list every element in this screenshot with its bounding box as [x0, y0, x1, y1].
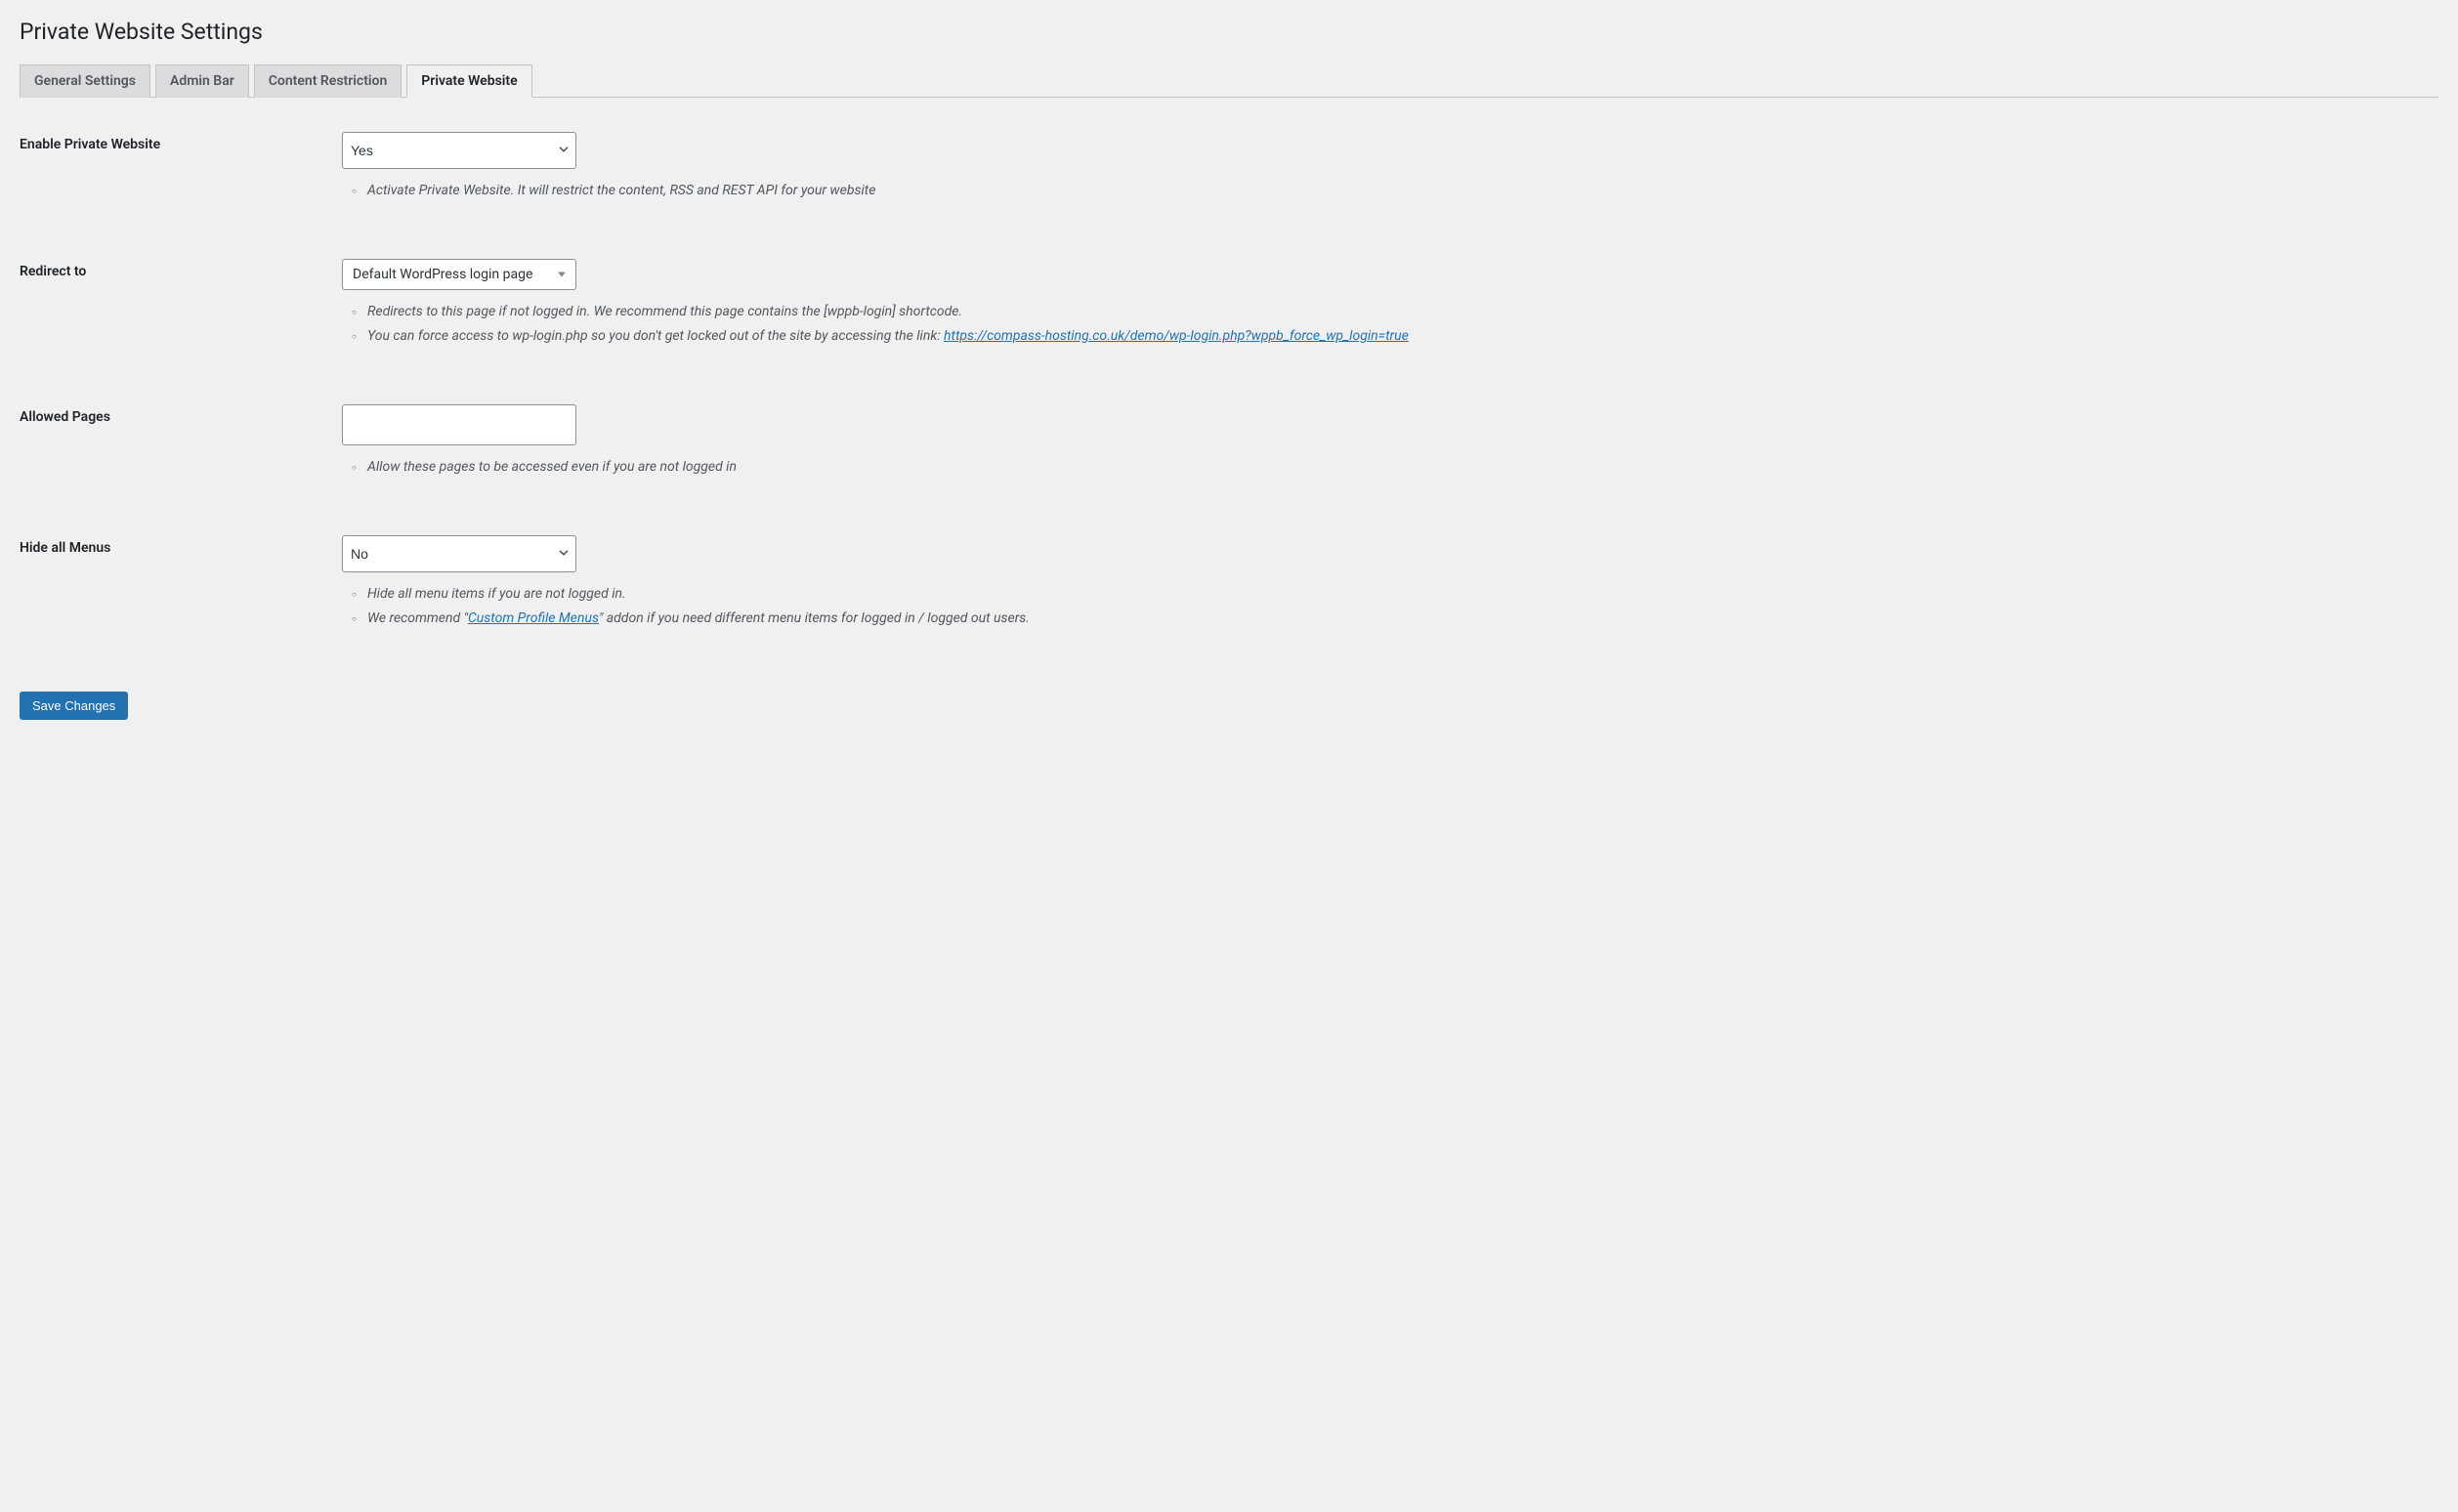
tab-general-settings[interactable]: General Settings: [20, 64, 150, 98]
force-login-link[interactable]: https://compass-hosting.co.uk/demo/wp-lo…: [944, 328, 1409, 344]
page-title: Private Website Settings: [20, 10, 2438, 64]
hide-all-menus-select[interactable]: No: [342, 535, 576, 572]
allowed-pages-input[interactable]: [342, 404, 576, 445]
enable-private-website-select[interactable]: Yes: [342, 132, 576, 169]
tab-content-restriction[interactable]: Content Restriction: [254, 64, 403, 98]
allowed-pages-label: Allowed Pages: [20, 390, 342, 521]
tab-admin-bar[interactable]: Admin Bar: [155, 64, 249, 98]
redirect-to-description-2: You can force access to wp-login.php so …: [352, 326, 2429, 347]
redirect-to-label: Redirect to: [20, 244, 342, 390]
hide-all-menus-label: Hide all Menus: [20, 521, 342, 672]
enable-private-website-description: Activate Private Website. It will restri…: [352, 181, 2429, 201]
hide-all-menus-description-1: Hide all menu items if you are not logge…: [352, 584, 2429, 605]
redirect-to-description-1: Redirects to this page if not logged in.…: [352, 302, 2429, 322]
redirect-to-select[interactable]: Default WordPress login page: [342, 259, 576, 290]
settings-form: Enable Private Website Yes Activate Priv…: [20, 117, 2438, 672]
allowed-pages-description: Allow these pages to be accessed even if…: [352, 457, 2429, 478]
custom-profile-menus-link[interactable]: Custom Profile Menus: [468, 610, 599, 626]
hide-all-menus-description-2: We recommend "Custom Profile Menus" addo…: [352, 609, 2429, 629]
enable-private-website-label: Enable Private Website: [20, 117, 342, 244]
tab-private-website[interactable]: Private Website: [406, 64, 531, 98]
save-button[interactable]: Save Changes: [20, 692, 128, 720]
tabs-nav: General Settings Admin Bar Content Restr…: [20, 64, 2438, 98]
